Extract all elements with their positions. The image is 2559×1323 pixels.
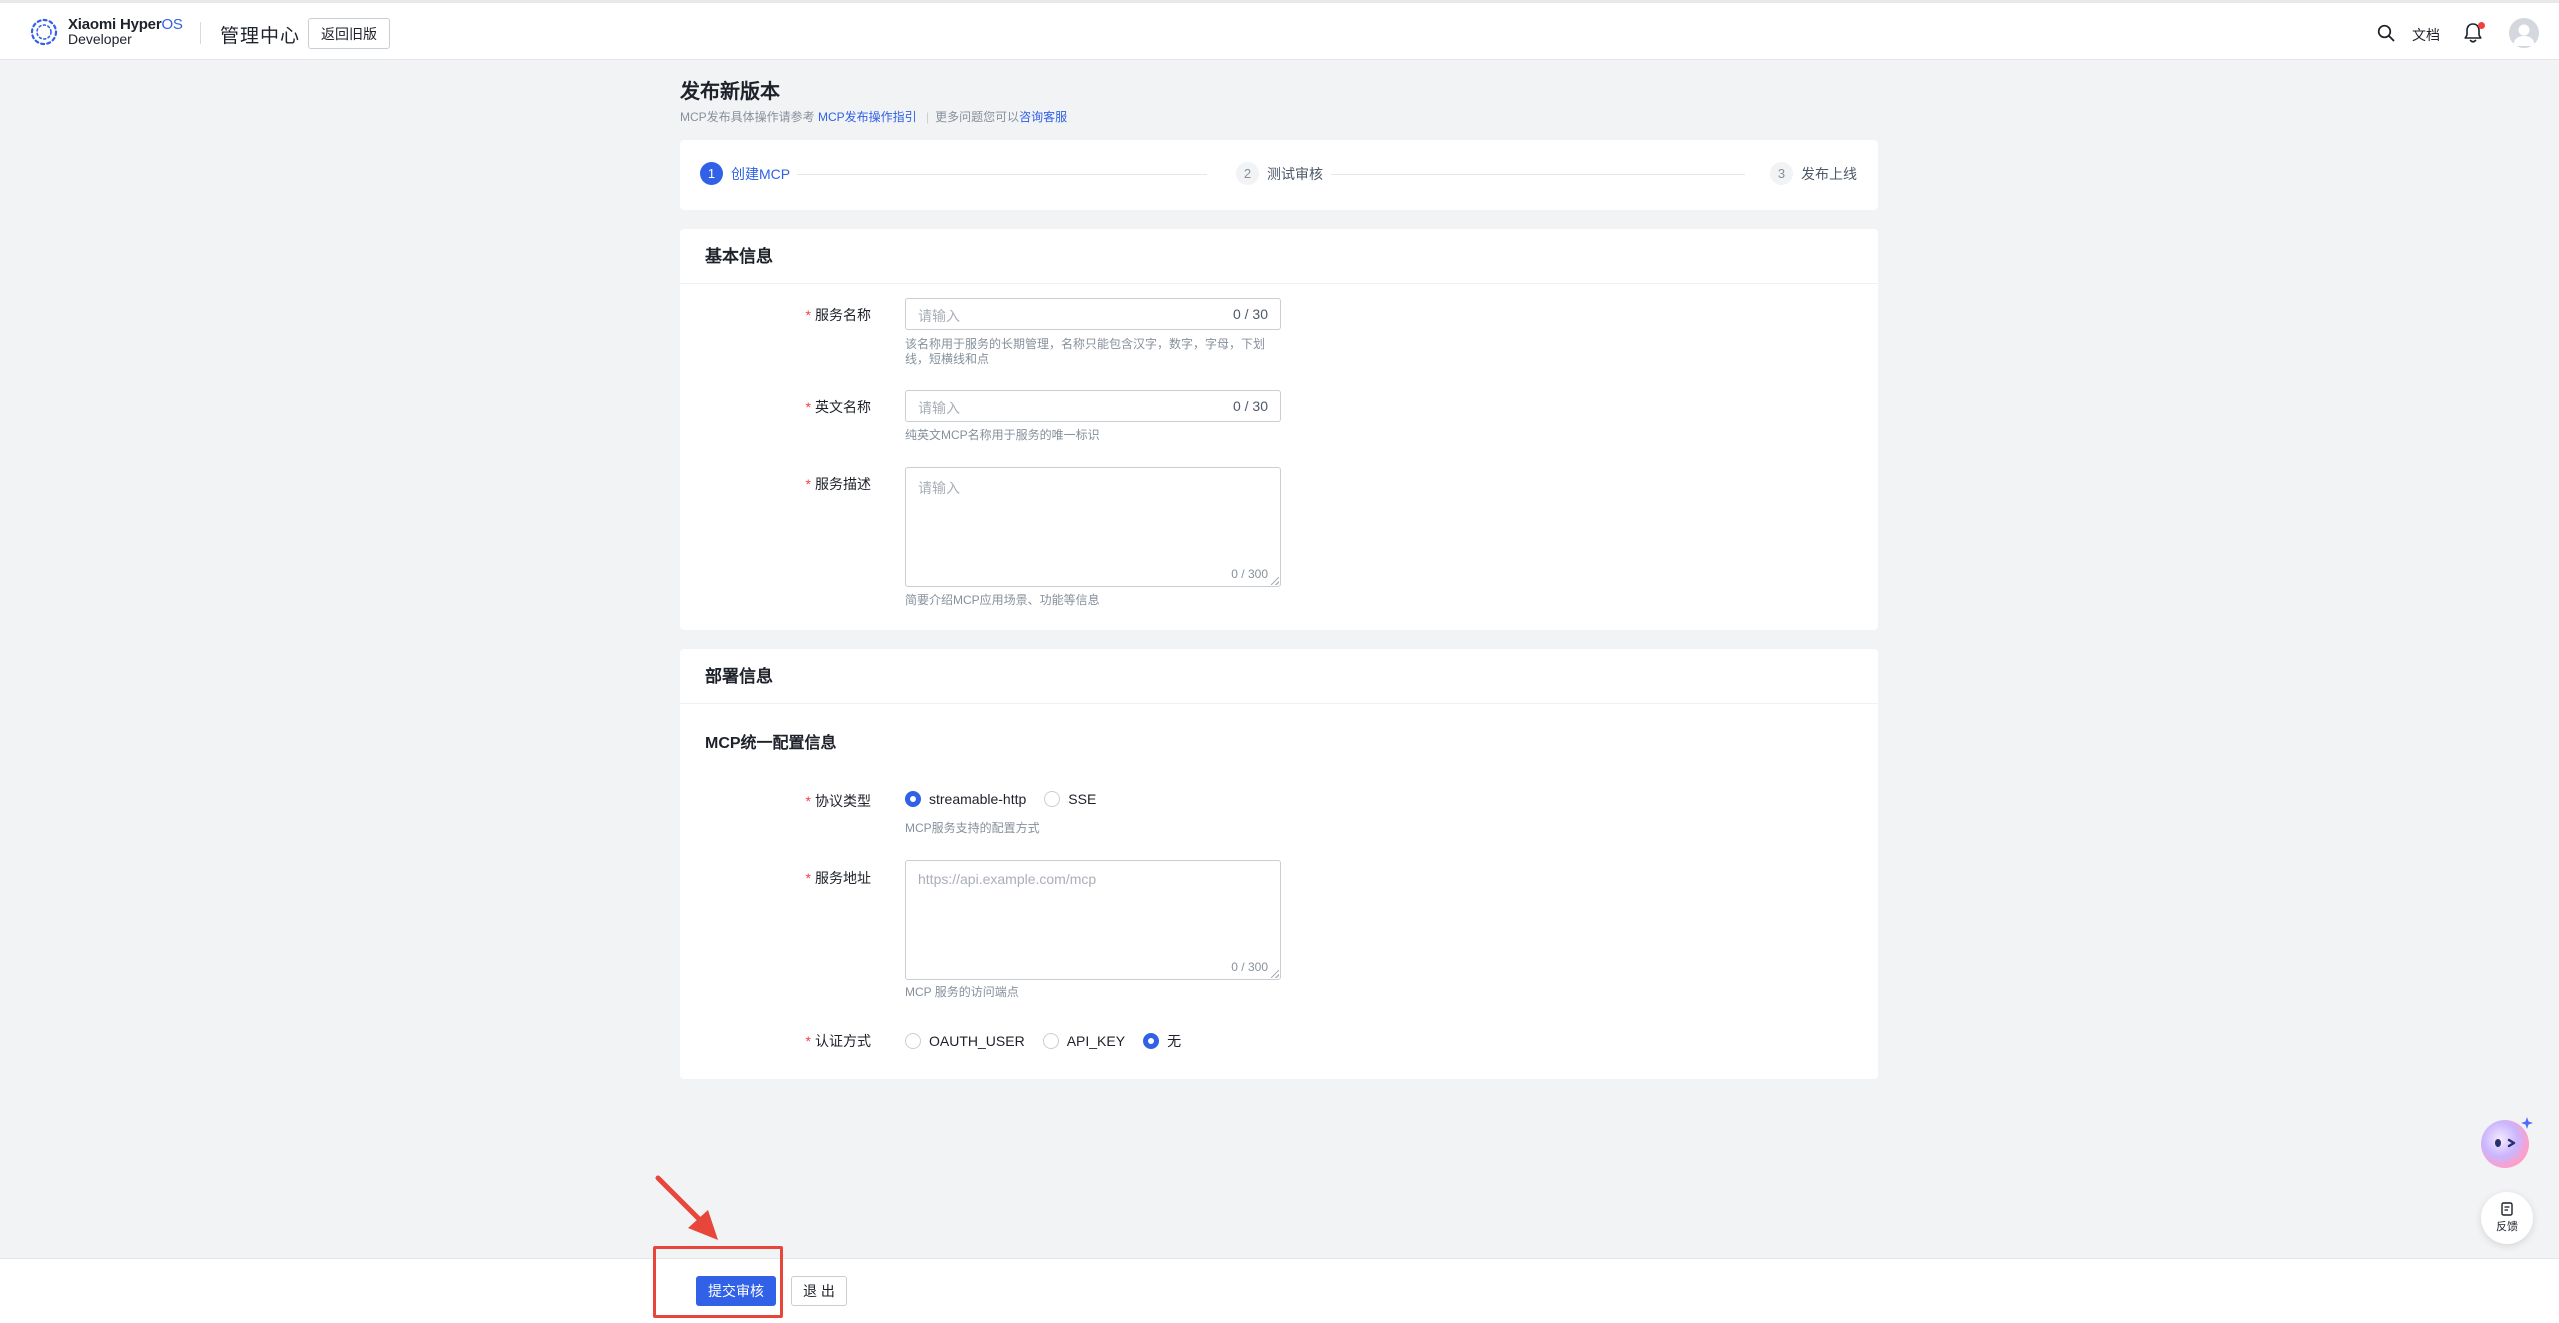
xiaomi-hyperos-logo[interactable]: Xiaomi HyperOS Developer <box>28 16 183 48</box>
radio-sse[interactable]: SSE <box>1044 791 1096 807</box>
hyperos-logo-icon <box>30 18 58 46</box>
service-description-placeholder: 请输入 <box>918 480 960 496</box>
service-address-placeholder: https://api.example.com/mcp <box>918 871 1097 887</box>
service-description-textarea[interactable]: 请输入 0 / 300 <box>905 467 1281 587</box>
docs-link[interactable]: 文档 <box>2412 25 2440 45</box>
service-name-label: * 服务名称 <box>805 307 871 323</box>
service-name-placeholder: 请输入 <box>918 308 960 324</box>
radio-checked-icon <box>1143 1033 1160 1049</box>
step-number: 2 <box>1236 162 1259 185</box>
english-name-counter: 0 / 30 <box>1232 398 1268 414</box>
step-connector <box>1331 174 1745 175</box>
radio-none[interactable]: 无 <box>1143 1031 1181 1051</box>
logo-sub-text: Developer <box>68 31 132 47</box>
deploy-info-card: 部署信息 MCP统一配置信息 * 协议类型 streamable-http SSE… <box>680 649 1878 1079</box>
ai-assistant-icon[interactable] <box>2478 1113 2536 1171</box>
service-name-counter: 0 / 30 <box>1232 306 1268 322</box>
feedback-button[interactable]: 反馈 <box>2481 1192 2533 1244</box>
resize-handle-icon[interactable] <box>1271 970 1279 978</box>
service-description-counter: 0 / 300 <box>1231 567 1268 581</box>
english-name-input[interactable]: 请输入 0 / 30 <box>905 390 1281 422</box>
bottom-action-bar <box>0 1258 2559 1323</box>
service-address-textarea[interactable]: https://api.example.com/mcp 0 / 300 <box>905 860 1281 980</box>
service-address-counter: 0 / 300 <box>1231 960 1268 974</box>
annotation-highlight-box <box>653 1246 783 1318</box>
feedback-label: 反馈 <box>2496 1221 2518 1233</box>
step-number: 1 <box>700 162 723 185</box>
radio-checked-icon <box>905 791 921 807</box>
protocol-type-radio-group: streamable-http SSE <box>905 791 1114 807</box>
logo-brand-text: Xiaomi HyperOS <box>68 16 183 33</box>
avatar[interactable] <box>2509 18 2539 48</box>
step-publish: 3 发布上线 <box>1770 162 1857 185</box>
service-description-label: * 服务描述 <box>805 476 871 492</box>
service-address-help: MCP 服务的访问端点 <box>905 985 1019 999</box>
english-name-placeholder: 请输入 <box>918 400 960 416</box>
auth-method-radio-group: OAUTH_USER API_KEY 无 <box>905 1031 1199 1051</box>
radio-unchecked-icon <box>1044 791 1061 807</box>
english-name-label: * 英文名称 <box>805 399 871 415</box>
page-subtitle: MCP发布具体操作请参考 MCP发布操作指引 | 更多问题您可以咨询客服 <box>680 108 1067 125</box>
subtitle-prefix-text: MCP发布具体操作请参考 <box>680 110 815 124</box>
radio-oauth-user[interactable]: OAUTH_USER <box>905 1033 1025 1049</box>
mcp-config-subtitle: MCP统一配置信息 <box>705 735 837 752</box>
admin-center-title: 管理中心 <box>220 26 301 47</box>
mcp-guide-link[interactable]: MCP发布操作指引 <box>818 110 917 124</box>
annotation-arrow-icon <box>655 1175 718 1240</box>
deploy-info-title: 部署信息 <box>680 649 1878 704</box>
feedback-icon <box>2501 1202 2513 1216</box>
subtitle-middle-text: 更多问题您可以 <box>935 110 1020 124</box>
step-label: 测试审核 <box>1267 165 1323 182</box>
back-to-old-version-button[interactable]: 返回旧版 <box>308 18 390 49</box>
service-address-label: * 服务地址 <box>805 870 871 886</box>
protocol-type-help: MCP服务支持的配置方式 <box>905 821 1040 835</box>
english-name-help: 纯英文MCP名称用于服务的唯一标识 <box>905 428 1100 442</box>
resize-handle-icon[interactable] <box>1271 577 1279 585</box>
subtitle-separator: | <box>926 110 930 124</box>
page-title: 发布新版本 <box>680 81 780 103</box>
auth-method-label: * 认证方式 <box>805 1033 871 1049</box>
exit-button[interactable]: 退 出 <box>791 1276 847 1306</box>
radio-unchecked-icon <box>1042 1033 1059 1049</box>
step-test-review: 2 测试审核 <box>1236 162 1323 185</box>
basic-info-title: 基本信息 <box>680 229 1878 284</box>
step-number: 3 <box>1770 162 1793 185</box>
basic-info-card: 基本信息 * 服务名称 请输入 0 / 30 该名称用于服务的长期管理，名称只能包… <box>680 229 1878 630</box>
search-icon[interactable] <box>2377 24 2395 42</box>
user-avatar-icon <box>2513 24 2535 46</box>
step-label: 创建MCP <box>731 165 791 182</box>
protocol-type-label: * 协议类型 <box>805 793 871 809</box>
customer-service-link[interactable]: 咨询客服 <box>1019 110 1067 124</box>
service-name-help: 该名称用于服务的长期管理，名称只能包含汉字，数字，字母，下划线，短横线和点 <box>905 337 1266 366</box>
radio-streamable-http[interactable]: streamable-http <box>905 791 1026 807</box>
notification-dot <box>2478 22 2485 29</box>
steps-card: 1 创建MCP 2 测试审核 3 发布上线 <box>680 140 1878 210</box>
radio-unchecked-icon <box>905 1033 921 1049</box>
header-divider <box>200 22 201 44</box>
step-connector <box>797 174 1207 175</box>
radio-api-key[interactable]: API_KEY <box>1042 1033 1125 1049</box>
service-description-help: 简要介绍MCP应用场景、功能等信息 <box>905 593 1100 607</box>
service-name-input[interactable]: 请输入 0 / 30 <box>905 298 1281 330</box>
step-create-mcp: 1 创建MCP <box>700 162 790 185</box>
top-header: Xiaomi HyperOS Developer 管理中心 返回旧版 文档 <box>0 0 2559 60</box>
step-label: 发布上线 <box>1801 165 1857 182</box>
